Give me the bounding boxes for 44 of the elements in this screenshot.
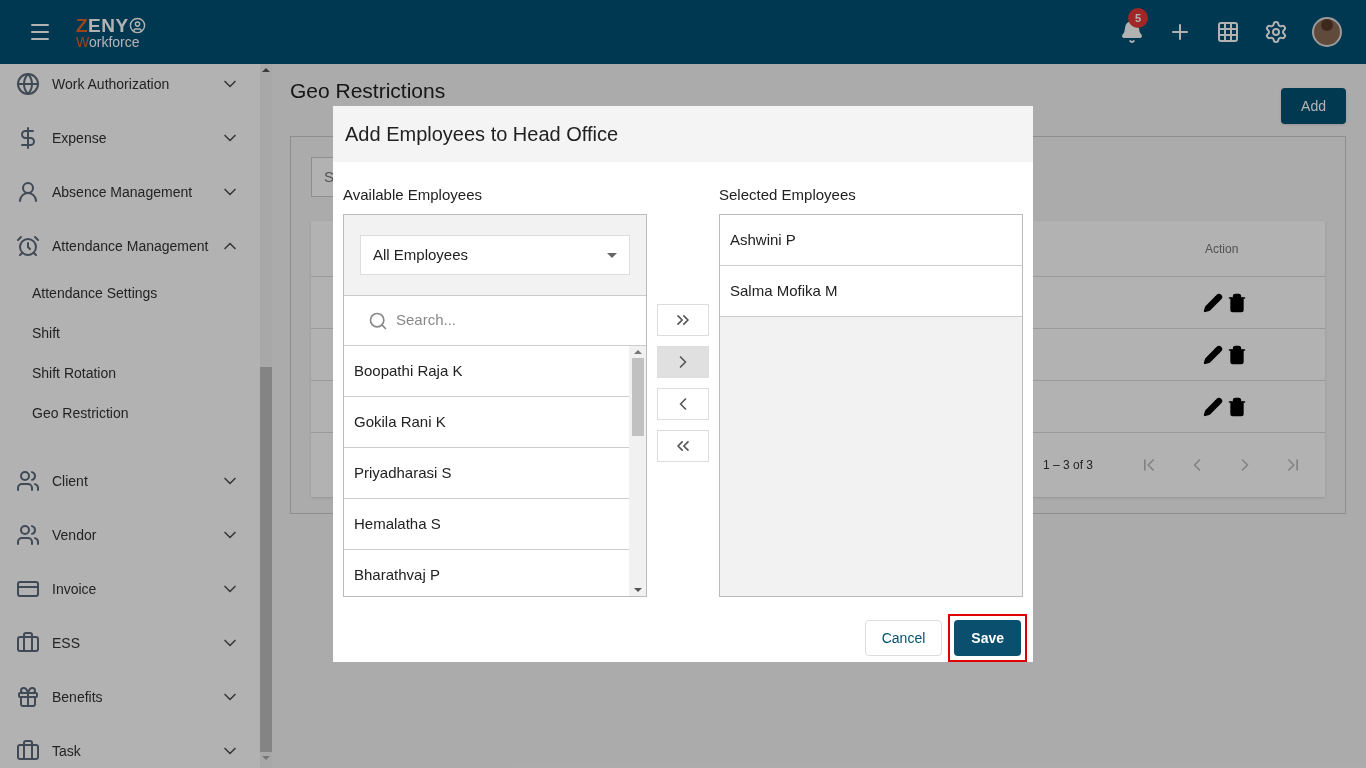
- briefcase-icon: [16, 631, 40, 655]
- list-scrollbar[interactable]: [629, 346, 646, 596]
- list-label: Selected Employees: [719, 185, 857, 205]
- scrollbar[interactable]: [260, 64, 273, 768]
- delete-icon[interactable]: [1227, 396, 1247, 417]
- person-icon: [16, 180, 40, 204]
- employee-list-item[interactable]: Ashwini P: [720, 215, 1022, 266]
- dropdown-caret-icon: [607, 252, 617, 258]
- briefcase-icon: [16, 739, 40, 763]
- logo-icon: [128, 16, 146, 34]
- add-button[interactable]: Add: [1281, 88, 1346, 124]
- globe-icon: [16, 72, 40, 96]
- transfer-button[interactable]: [657, 430, 709, 462]
- settings-icon[interactable]: [1264, 20, 1288, 44]
- people-icon: [16, 469, 40, 493]
- avatar[interactable]: [1312, 17, 1342, 47]
- pagination-range: 1 – 3 of 3: [1042, 457, 1093, 474]
- employee-filter-dropdown[interactable]: All Employees: [360, 235, 630, 275]
- people-icon: [16, 523, 40, 547]
- dialog-title: Add Employees to Head Office: [345, 122, 619, 147]
- scroll-down-icon[interactable]: [633, 588, 642, 592]
- save-button[interactable]: Save: [954, 620, 1021, 656]
- alarm-clock-icon: [16, 234, 40, 258]
- search-icon: [368, 310, 388, 331]
- delete-icon[interactable]: [1227, 344, 1247, 365]
- transfer-button[interactable]: [657, 304, 709, 336]
- column-header: Action: [1204, 240, 1240, 258]
- logo-subtitle: Workforce: [76, 34, 141, 49]
- scroll-thumb[interactable]: [260, 367, 273, 752]
- delete-icon[interactable]: [1227, 292, 1247, 313]
- edit-icon[interactable]: [1203, 292, 1223, 313]
- edit-icon[interactable]: [1203, 396, 1223, 417]
- list-label: Available Employees: [343, 185, 483, 205]
- cancel-button[interactable]: Cancel: [864, 620, 943, 656]
- logo-text: ZENY: [76, 15, 129, 35]
- notification-badge: 5: [1128, 8, 1148, 28]
- search-field[interactable]: Search...: [344, 296, 646, 346]
- edit-icon[interactable]: [1203, 344, 1223, 365]
- employee-list-item[interactable]: Salma Mofika M: [720, 266, 1022, 317]
- page-title: Geo Restrictions: [290, 79, 446, 101]
- apps-grid-icon[interactable]: [1216, 20, 1240, 44]
- scroll-thumb[interactable]: [631, 358, 644, 436]
- scroll-up-icon[interactable]: [633, 350, 642, 354]
- gift-icon: [16, 685, 40, 709]
